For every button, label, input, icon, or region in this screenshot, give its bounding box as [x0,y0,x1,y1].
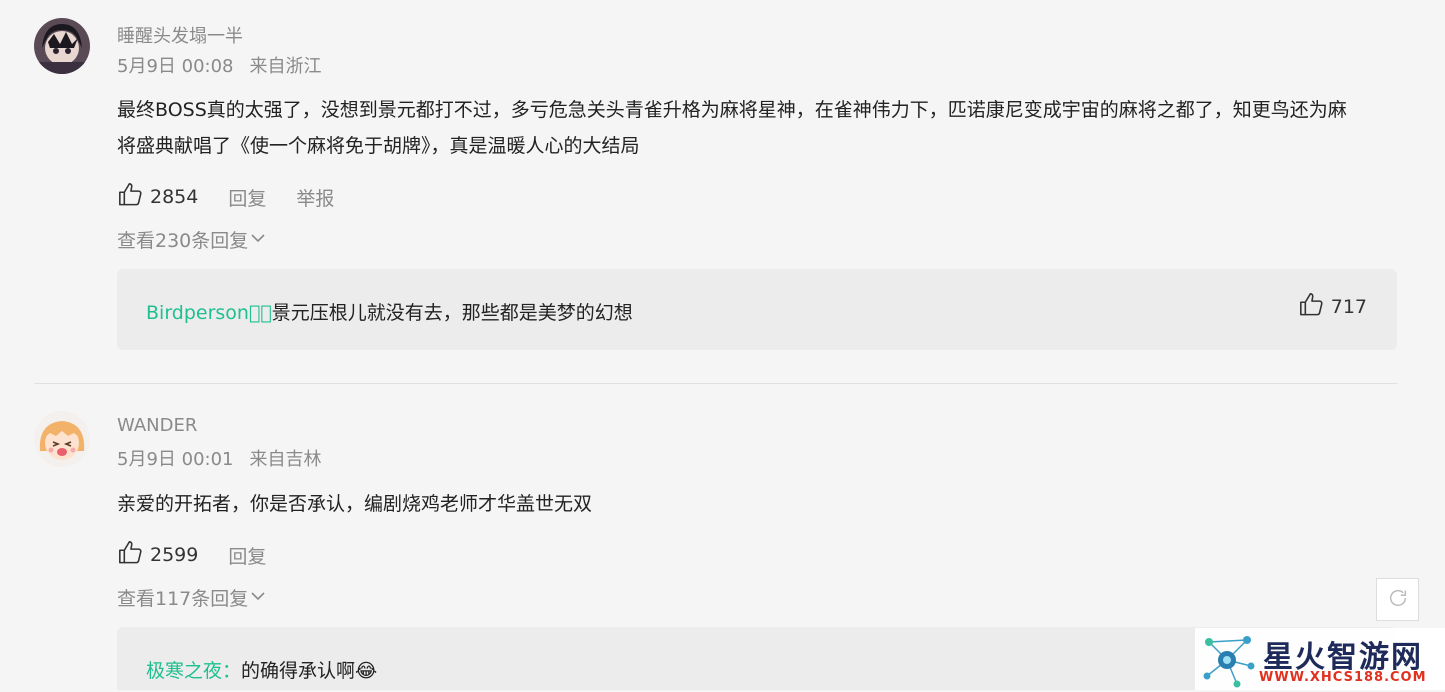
refresh-button[interactable] [1376,578,1419,621]
like-button[interactable]: 2599 [117,539,198,571]
comment-text-line: 将盛典献唱了《使一个麻将免于胡牌》，真是温暖人心的大结局 [117,135,640,157]
comment-text: 最终BOSS真的太强了，没想到景元都打不过，多亏危急关头青雀升格为麻将星神，在雀… [117,92,1397,164]
reply-line: Birdperson ：景元压根儿就没有去，那些都是美梦的幻想 [146,298,633,325]
comment-text: 亲爱的开拓者，你是否承认，编剧烧鸡老师才华盖世无双 [117,486,1397,522]
username[interactable]: 睡醒头发塌一半 [117,22,243,48]
reply-line: 极寒之夜：的确得承认啊😂 [146,656,377,683]
chevron-down-icon [248,229,266,251]
comment-location: 来自浙江 [249,56,322,77]
comment-date: 5月9日 00:01 [117,449,234,470]
like-button[interactable]: 2854 [117,181,198,213]
like-count: 2854 [150,186,199,208]
comment-divider [34,383,1397,384]
comment-date: 5月9日 00:08 [117,56,234,77]
thumbs-up-icon [117,539,144,571]
chevron-down-icon [248,587,266,609]
comment-location: 来自吉林 [249,449,322,470]
avatar[interactable] [34,411,90,467]
like-count: 2599 [150,544,199,566]
comment-text-line: 亲爱的开拓者，你是否承认，编剧烧鸡老师才华盖世无双 [117,493,593,515]
reply-username[interactable]: 极寒之夜： [146,660,241,682]
view-replies-link[interactable]: 查看230条回复 [117,226,266,253]
view-replies-label: 查看117条回复 [117,588,249,610]
reply-text: 的确得承认啊😂 [241,660,378,682]
username[interactable]: WANDER [117,415,197,436]
view-replies-label: 查看230条回复 [117,230,249,252]
comment-meta: 5月9日 00:08 来自浙江 [117,52,322,78]
reply-text: 景元压根儿就没有去，那些都是美梦的幻想 [271,302,633,324]
thumbs-up-icon [117,181,144,213]
reply-preview: Birdperson ：景元压根儿就没有去，那些都是美梦的幻想 717 [117,269,1397,350]
reply-username[interactable]: Birdperson ： [146,302,272,324]
avatar[interactable] [34,18,90,74]
reply-like-button[interactable]: 717 [1298,291,1367,323]
comment-meta: 5月9日 00:01 来自吉林 [117,445,322,471]
watermark-url: WWW.XHCS188.COM [1259,670,1427,685]
reply-button[interactable]: 回复 [228,542,266,569]
site-watermark: 星火智游网 WWW.XHCS188.COM [1195,628,1445,690]
comment-actions: 2599 回复 [117,540,266,570]
comment-actions: 2854 回复 举报 [117,182,334,212]
watermark-logo-icon [1199,632,1257,692]
thumbs-up-icon [1298,291,1331,323]
view-replies-link[interactable]: 查看117条回复 [117,584,266,611]
reply-button[interactable]: 回复 [228,184,266,211]
refresh-icon [1387,587,1409,613]
reply-like-count: 717 [1330,296,1367,318]
comment-text-line: 最终BOSS真的太强了，没想到景元都打不过，多亏危急关头青雀升格为麻将星神，在雀… [117,99,1347,121]
report-button[interactable]: 举报 [296,184,334,211]
